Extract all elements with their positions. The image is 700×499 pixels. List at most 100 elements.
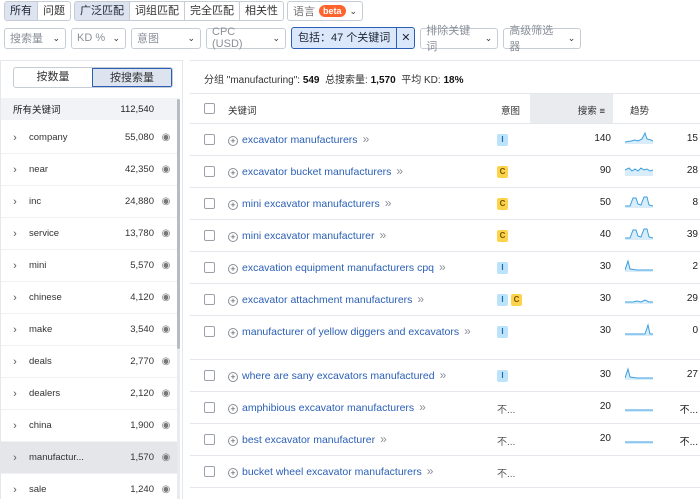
- group-item-5[interactable]: › chinese 4,120 ◉: [1, 282, 178, 314]
- group-item-10[interactable]: › manufactur... 1,570 ◉: [1, 442, 178, 474]
- add-to-list-icon[interactable]: +: [228, 200, 238, 210]
- close-icon[interactable]: ✕: [396, 28, 414, 48]
- group-item-7[interactable]: › deals 2,770 ◉: [1, 346, 178, 378]
- add-to-list-icon[interactable]: +: [228, 264, 238, 274]
- chevron-right-icon[interactable]: ›: [1, 356, 21, 368]
- keyword-link[interactable]: best excavator manufacturer: [242, 434, 375, 446]
- advanced-filters[interactable]: 高级筛选器 ⌄: [503, 25, 582, 53]
- add-to-list-icon[interactable]: +: [228, 296, 238, 306]
- include-keywords-filter[interactable]: 包括：47 个关键词 ✕: [291, 27, 416, 49]
- exclude-keywords-filter[interactable]: 排除关键词 ⌄: [420, 25, 499, 53]
- chevron-right-icon[interactable]: ›: [1, 228, 21, 240]
- group-item-3[interactable]: › service 13,780 ◉: [1, 218, 178, 250]
- add-to-list-icon[interactable]: +: [228, 404, 238, 414]
- chevron-right-icon[interactable]: ›: [1, 420, 21, 432]
- add-to-list-icon[interactable]: +: [228, 468, 238, 478]
- group-item-6[interactable]: › make 3,540 ◉: [1, 314, 178, 346]
- group-item-1[interactable]: › near 42,350 ◉: [1, 154, 178, 186]
- keyword-link[interactable]: amphibious excavator manufacturers: [242, 402, 414, 414]
- cpc-filter[interactable]: CPC (USD) ⌄: [206, 26, 286, 50]
- eye-icon[interactable]: ◉: [154, 484, 178, 495]
- double-chevron-right-icon[interactable]: »: [419, 400, 426, 414]
- chevron-right-icon[interactable]: ›: [1, 196, 21, 208]
- chevron-right-icon[interactable]: ›: [1, 484, 21, 496]
- add-to-list-icon[interactable]: +: [228, 328, 238, 338]
- chevron-right-icon[interactable]: ›: [1, 132, 21, 144]
- row-checkbox[interactable]: [204, 466, 215, 477]
- chevron-right-icon[interactable]: ›: [1, 292, 21, 304]
- eye-icon[interactable]: ◉: [154, 132, 178, 143]
- add-to-list-icon[interactable]: +: [228, 136, 238, 146]
- intent-column-header[interactable]: 意图: [501, 103, 520, 117]
- double-chevron-right-icon[interactable]: »: [427, 464, 434, 478]
- double-chevron-right-icon[interactable]: »: [417, 292, 424, 306]
- add-to-list-icon[interactable]: +: [228, 372, 238, 382]
- tab-exact-match[interactable]: 完全匹配: [185, 2, 240, 20]
- eye-icon[interactable]: ◉: [154, 356, 178, 367]
- eye-icon[interactable]: ◉: [154, 324, 178, 335]
- chevron-right-icon[interactable]: ›: [1, 164, 21, 176]
- row-checkbox[interactable]: [204, 262, 215, 273]
- eye-icon[interactable]: ◉: [154, 452, 178, 463]
- tab-related[interactable]: 相关性: [240, 2, 283, 20]
- chevron-right-icon[interactable]: ›: [1, 388, 21, 400]
- eye-icon[interactable]: ◉: [154, 260, 178, 271]
- chevron-right-icon[interactable]: ›: [1, 324, 21, 336]
- chevron-right-icon[interactable]: ›: [1, 452, 21, 464]
- row-checkbox[interactable]: [204, 370, 215, 381]
- scrollbar-thumb[interactable]: [177, 99, 180, 349]
- group-item-4[interactable]: › mini 5,570 ◉: [1, 250, 178, 282]
- row-checkbox[interactable]: [204, 326, 215, 337]
- trend-column-header[interactable]: 趋势: [630, 103, 649, 117]
- tab-all[interactable]: 所有: [5, 2, 38, 20]
- row-checkbox[interactable]: [204, 294, 215, 305]
- keyword-column-header[interactable]: 关键词: [228, 103, 257, 117]
- row-checkbox[interactable]: [204, 134, 215, 145]
- double-chevron-right-icon[interactable]: »: [396, 164, 403, 178]
- all-keywords-row[interactable]: 所有关键词 112,540: [1, 98, 178, 120]
- keyword-link[interactable]: excavation equipment manufacturers cpq: [242, 262, 434, 274]
- double-chevron-right-icon[interactable]: »: [363, 132, 370, 146]
- keyword-link[interactable]: manufacturer of yellow diggers and excav…: [242, 326, 459, 338]
- group-item-9[interactable]: › china 1,900 ◉: [1, 410, 178, 442]
- row-checkbox[interactable]: [204, 198, 215, 209]
- eye-icon[interactable]: ◉: [154, 196, 178, 207]
- double-chevron-right-icon[interactable]: »: [464, 324, 471, 338]
- volume-column-header[interactable]: 搜索 ≡: [530, 94, 613, 123]
- add-to-list-icon[interactable]: +: [228, 168, 238, 178]
- row-checkbox[interactable]: [204, 402, 215, 413]
- kd-filter[interactable]: KD % ⌄: [71, 27, 126, 49]
- row-checkbox[interactable]: [204, 434, 215, 445]
- sort-by-volume-button[interactable]: 按搜索量: [92, 68, 172, 87]
- add-to-list-icon[interactable]: +: [228, 436, 238, 446]
- eye-icon[interactable]: ◉: [154, 292, 178, 303]
- group-item-0[interactable]: › company 55,080 ◉: [1, 122, 178, 154]
- eye-icon[interactable]: ◉: [154, 164, 178, 175]
- select-all-checkbox[interactable]: [204, 103, 215, 114]
- keyword-link[interactable]: excavator bucket manufacturers: [242, 166, 391, 178]
- eye-icon[interactable]: ◉: [154, 420, 178, 431]
- group-item-2[interactable]: › inc 24,880 ◉: [1, 186, 178, 218]
- keyword-link[interactable]: excavator manufacturers: [242, 134, 358, 146]
- double-chevron-right-icon[interactable]: »: [380, 432, 387, 446]
- keyword-link[interactable]: bucket wheel excavator manufacturers: [242, 466, 422, 478]
- row-checkbox[interactable]: [204, 166, 215, 177]
- sidebar-scrollbar[interactable]: [177, 99, 180, 499]
- group-item-11[interactable]: › sale 1,240 ◉: [1, 474, 178, 499]
- tab-phrase-match[interactable]: 词组匹配: [130, 2, 185, 20]
- chevron-right-icon[interactable]: ›: [1, 260, 21, 272]
- tab-broad-match[interactable]: 广泛匹配: [75, 2, 130, 20]
- eye-icon[interactable]: ◉: [154, 388, 178, 399]
- language-dropdown[interactable]: 语言 beta ⌄: [287, 1, 364, 21]
- double-chevron-right-icon[interactable]: »: [379, 228, 386, 242]
- intent-filter[interactable]: 意图 ⌄: [131, 27, 201, 49]
- eye-icon[interactable]: ◉: [154, 228, 178, 239]
- group-item-8[interactable]: › dealers 2,120 ◉: [1, 378, 178, 410]
- keyword-link[interactable]: mini excavator manufacturers: [242, 198, 380, 210]
- keyword-link[interactable]: where are sany excavators manufactured: [242, 370, 435, 382]
- double-chevron-right-icon[interactable]: »: [385, 196, 392, 210]
- keyword-link[interactable]: mini excavator manufacturer: [242, 230, 374, 242]
- double-chevron-right-icon[interactable]: »: [439, 260, 446, 274]
- sort-by-count-button[interactable]: 按数量: [14, 68, 92, 87]
- add-to-list-icon[interactable]: +: [228, 232, 238, 242]
